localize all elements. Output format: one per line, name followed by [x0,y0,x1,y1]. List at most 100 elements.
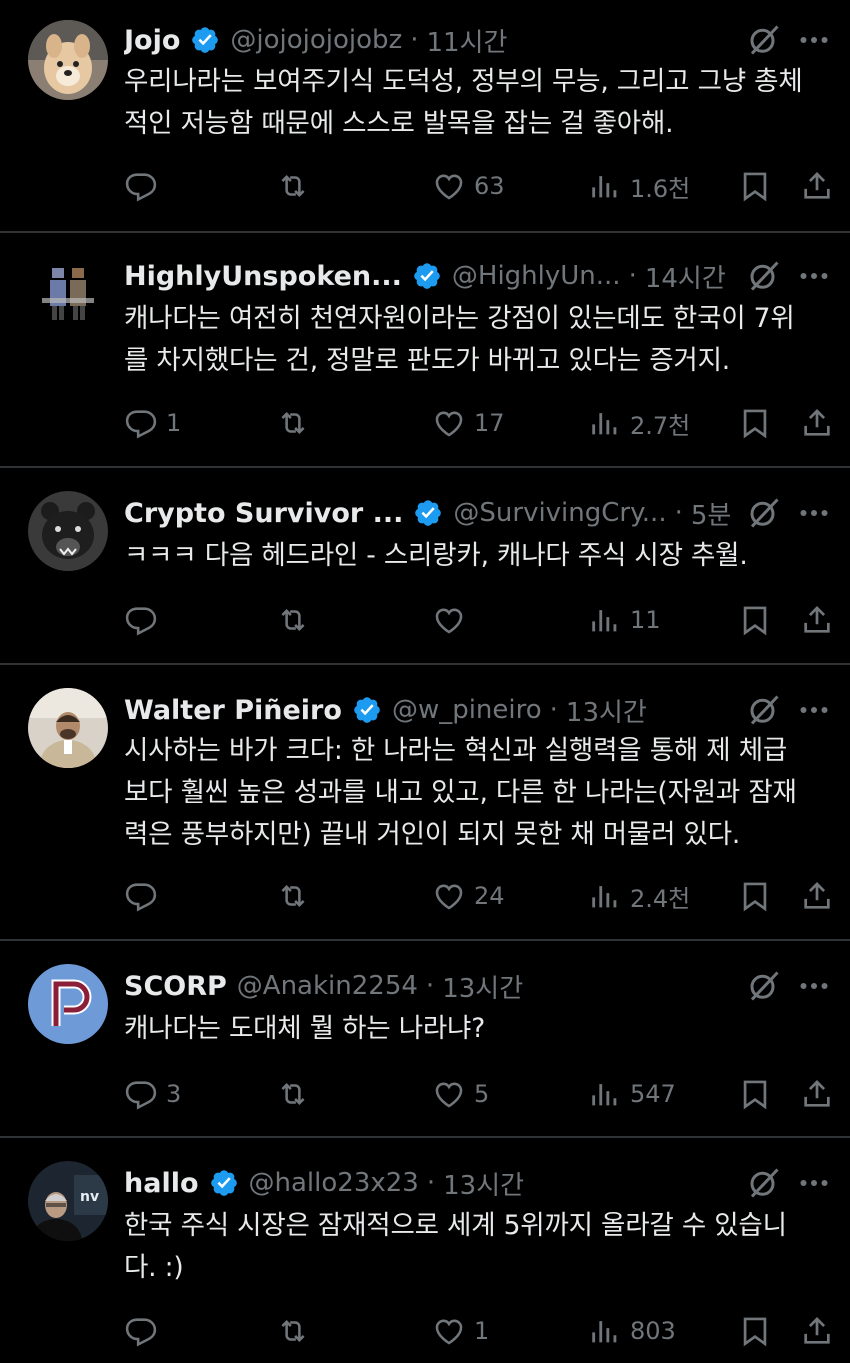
reply-button[interactable] [124,166,166,206]
bookmark-button[interactable] [738,166,772,206]
like-button[interactable]: 17 [432,403,505,443]
tweet-text: 캐나다는 도대체 뭘 하는 나라냐? [124,1008,832,1050]
dog-avatar-image [28,20,108,100]
retweet-button[interactable] [276,1311,318,1351]
share-button[interactable] [800,166,834,206]
views-icon [588,1314,622,1348]
like-button[interactable]: 1 [432,1311,489,1351]
user-handle[interactable]: @SurvivingCry... [453,498,666,528]
avatar[interactable] [28,254,108,334]
share-button[interactable] [800,403,834,443]
user-handle[interactable]: @hallo23x23 [249,1168,419,1198]
like-icon [432,1314,466,1348]
views-icon [588,879,622,913]
reply-button[interactable]: 3 [124,1074,181,1114]
timestamp[interactable]: 13시간 [566,692,647,729]
tweet-text-line: 시사하는 바가 크다: 한 나라는 혁신과 실행력을 통해 제 체급 [124,735,788,766]
like-count: 17 [474,409,505,437]
share-button[interactable] [800,600,834,640]
more-icon[interactable] [796,968,832,1004]
bookmark-button[interactable] [738,1311,772,1351]
like-button[interactable]: 63 [432,166,505,206]
more-icon[interactable] [796,258,832,294]
display-name[interactable]: hallo [124,1168,199,1199]
grok-icon[interactable] [746,692,782,728]
views-button[interactable]: 2.4천 [588,876,690,916]
more-icon[interactable] [796,1165,832,1201]
like-button[interactable] [432,600,474,640]
grok-icon[interactable] [746,258,782,294]
views-button[interactable]: 803 [588,1311,676,1351]
more-icon[interactable] [796,495,832,531]
like-count: 24 [474,882,505,910]
share-icon [800,1077,834,1111]
reply-button[interactable] [124,600,166,640]
reply-button[interactable] [124,876,166,916]
avatar[interactable] [28,688,108,768]
reply-button[interactable]: 1 [124,403,181,443]
tweet[interactable]: HighlyUnspoken... @HighlyUn... · 14시간 캐나… [0,232,850,468]
grok-icon[interactable] [746,968,782,1004]
reply-button[interactable] [124,1311,166,1351]
views-button[interactable]: 2.7천 [588,403,690,443]
timestamp[interactable]: 11시간 [426,22,507,59]
retweet-icon [276,406,310,440]
avatar[interactable] [28,491,108,571]
like-button[interactable]: 5 [432,1074,489,1114]
share-button[interactable] [800,876,834,916]
views-button[interactable]: 11 [588,600,661,640]
reply-icon [124,1077,158,1111]
bookmark-icon [738,1314,772,1348]
retweet-button[interactable] [276,166,318,206]
tweet[interactable]: Jojo @jojojojojobz · 11시간 우리나라는 보여주기식 도덕… [0,0,850,233]
more-icon[interactable] [796,692,832,728]
display-name[interactable]: Crypto Survivor ... [124,498,403,529]
like-icon [432,169,466,203]
user-handle[interactable]: @w_pineiro [392,695,542,725]
views-button[interactable]: 1.6천 [588,166,690,206]
tweet-text: ㅋㅋㅋ 다음 헤드라인 - 스리랑카, 캐나다 주식 시장 추월. [124,535,832,577]
retweet-button[interactable] [276,1074,318,1114]
bookmark-button[interactable] [738,600,772,640]
views-button[interactable]: 547 [588,1074,676,1114]
grok-icon[interactable] [746,1165,782,1201]
avatar[interactable] [28,20,108,100]
separator-dot: · [628,261,637,291]
separator-dot: · [426,1168,436,1198]
display-name[interactable]: Walter Piñeiro [124,695,342,726]
bookmark-button[interactable] [738,1074,772,1114]
timestamp[interactable]: 5분 [691,495,731,532]
share-button[interactable] [800,1311,834,1351]
grok-icon[interactable] [746,495,782,531]
timestamp[interactable]: 13시간 [443,1165,524,1202]
tweet[interactable]: Walter Piñeiro @w_pineiro · 13시간 시사하는 바가… [0,664,850,941]
timestamp[interactable]: 14시간 [645,258,726,295]
like-button[interactable]: 24 [432,876,505,916]
retweet-button[interactable] [276,600,318,640]
avatar[interactable]: nv [28,1161,108,1241]
more-icon[interactable] [796,22,832,58]
reply-icon [124,406,158,440]
retweet-button[interactable] [276,876,318,916]
tweet[interactable]: SCORP @Anakin2254 · 13시간 캐나다는 도대체 뭘 하는 나… [0,940,850,1138]
user-handle[interactable]: @HighlyUn... [452,261,621,291]
reply-icon [124,879,158,913]
display-name[interactable]: HighlyUnspoken... [124,261,402,292]
share-button[interactable] [800,1074,834,1114]
timestamp[interactable]: 13시간 [442,968,523,1005]
display-name[interactable]: SCORP [124,971,227,1002]
verified-badge-icon [412,261,442,291]
bookmark-button[interactable] [738,876,772,916]
user-handle[interactable]: @jojojojojobz [230,25,402,55]
tweet[interactable]: Crypto Survivor ... @SurvivingCry... · 5… [0,467,850,665]
avatar[interactable] [28,964,108,1044]
grok-icon[interactable] [746,22,782,58]
separator-dot: · [549,695,558,725]
tweet[interactable]: nv hallo @hallo23x23 · 13시간 한국 주식 시장은 잠재… [0,1137,850,1363]
tweet-text-line: 우리나라는 보여주기식 도덕성, 정부의 무능, 그리고 그냥 총체 [124,66,803,97]
retweet-button[interactable] [276,403,318,443]
user-handle[interactable]: @Anakin2254 [237,971,418,1001]
display-name[interactable]: Jojo [124,25,180,56]
bookmark-button[interactable] [738,403,772,443]
like-count: 1 [474,1317,490,1345]
